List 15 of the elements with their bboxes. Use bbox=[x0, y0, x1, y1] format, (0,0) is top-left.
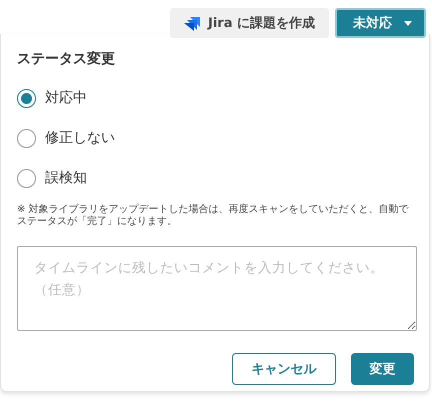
option-label[interactable]: 修正しない bbox=[45, 129, 115, 147]
submit-button[interactable]: 変更 bbox=[351, 353, 414, 385]
logo-icon bbox=[184, 15, 202, 31]
option-label[interactable]: 誤検知 bbox=[45, 169, 87, 187]
radio-button[interactable] bbox=[17, 168, 36, 188]
option-label[interactable]: 対応中 bbox=[45, 89, 87, 107]
cancel-button[interactable]: キャンセル bbox=[232, 353, 336, 385]
comment-field[interactable]: タイムラインに残したいコメントを入力してください。（任意） bbox=[17, 246, 417, 331]
radio-button[interactable] bbox=[17, 88, 36, 108]
status-dropdown[interactable]: 未対応 bbox=[335, 8, 426, 38]
radio-button[interactable] bbox=[17, 128, 36, 148]
caret-icon bbox=[404, 20, 412, 26]
panel-title: ステータス変更 bbox=[17, 50, 116, 68]
jira-button[interactable]: Jira に課題を作成 bbox=[170, 8, 329, 38]
note-text: ※ 対象ライブラリをアップデートした場合は、再度スキャンをしていただくと、自動でステータスが「完了」になります。 bbox=[17, 204, 410, 228]
